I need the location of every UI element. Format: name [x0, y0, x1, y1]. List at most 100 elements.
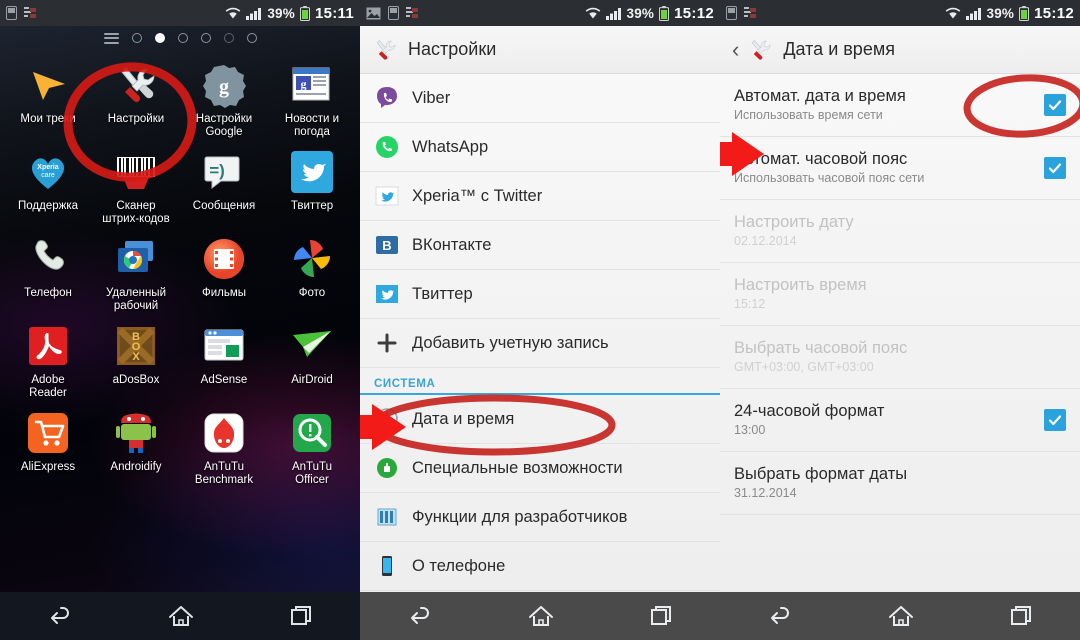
app-label: AnTuTu Benchmark: [194, 461, 254, 486]
viber-icon: [374, 85, 400, 111]
settings-row-label: WhatsApp: [412, 137, 489, 156]
svg-text:Xperia: Xperia: [37, 164, 59, 171]
twitter-bird-icon: [374, 281, 400, 307]
google-gear-icon: g: [201, 62, 247, 108]
app-tile[interactable]: Сканер штрих-кодов: [92, 143, 180, 226]
settings-row-date-time[interactable]: Дата и время: [360, 395, 720, 444]
pref-subtitle: Использовать часовой пояс сети: [734, 171, 925, 185]
movies-film-icon: [201, 236, 247, 282]
app-tile[interactable]: Adobe Reader: [4, 317, 92, 400]
app-tile[interactable]: g Настройки Google: [180, 56, 268, 139]
status-bar-left-icons: [726, 6, 757, 20]
page-indicator[interactable]: [0, 26, 360, 50]
page-dot-5[interactable]: [223, 33, 234, 43]
panel-home-screen: 39% 15:11 Мои треки Настройки g Настройк…: [0, 0, 360, 640]
pref-row-set-time: Настроить время 15:12: [720, 263, 1080, 326]
settings-row-whatsapp[interactable]: WhatsApp: [360, 123, 720, 172]
app-label: Новости и погода: [284, 113, 340, 138]
pref-row-select-date-format[interactable]: Выбрать формат даты 31.12.2014: [720, 452, 1080, 515]
app-tile[interactable]: Androidify: [92, 404, 180, 487]
app-label: Мои треки: [20, 113, 76, 125]
back-icon[interactable]: [407, 605, 433, 627]
checkbox-auto-date-time[interactable]: [1044, 94, 1066, 116]
sync-icon: [24, 7, 36, 18]
adsense-icon: [201, 323, 247, 369]
app-label: Настройки Google: [195, 113, 253, 138]
pref-subtitle: 02.12.2014: [734, 234, 797, 248]
settings-row-accessibility[interactable]: Специальные возможности: [360, 444, 720, 493]
app-label: AdSense: [200, 374, 248, 386]
page-dot-2-active[interactable]: [154, 33, 165, 43]
settings-row-twitter[interactable]: Твиттер: [360, 270, 720, 319]
app-tile[interactable]: AnTuTu Officer: [268, 404, 356, 487]
navigation-bar-settings: [360, 592, 720, 640]
pref-title: Настроить время: [734, 276, 867, 294]
page-dot-4[interactable]: [200, 33, 211, 43]
app-tile[interactable]: Твиттер: [268, 143, 356, 226]
phone-handset-icon: [25, 236, 71, 282]
navigation-bar-date-time: [720, 592, 1080, 640]
app-tile[interactable]: Фильмы: [180, 230, 268, 313]
recents-icon[interactable]: [289, 604, 313, 628]
panel-settings: 39% 15:12 Настройки Viber WhatsApp Xperi…: [360, 0, 720, 640]
back-icon[interactable]: [767, 605, 793, 627]
settings-row-xperia-twitter[interactable]: Xperia™ с Twitter: [360, 172, 720, 221]
signal-icon: [605, 7, 621, 20]
pref-row-auto-timezone[interactable]: Автомат. часовой пояс Использовать часов…: [720, 137, 1080, 200]
app-tile[interactable]: AirDroid: [268, 317, 356, 400]
checkbox-auto-timezone[interactable]: [1044, 157, 1066, 179]
settings-row-developer-options[interactable]: Функции для разработчиков: [360, 493, 720, 542]
app-tile[interactable]: Мои треки: [4, 56, 92, 139]
settings-row-viber[interactable]: Viber: [360, 74, 720, 123]
app-tile[interactable]: AnTuTu Benchmark: [180, 404, 268, 487]
pref-row-auto-date-time[interactable]: Автомат. дата и время Использовать время…: [720, 74, 1080, 137]
pref-subtitle: 13:00: [734, 423, 766, 437]
back-chevron-icon[interactable]: ‹: [732, 38, 739, 61]
page-dot-1[interactable]: [131, 33, 142, 43]
app-tile[interactable]: Xperia care Поддержка: [4, 143, 92, 226]
pref-subtitle: GMT+03:00, GMT+03:00: [734, 360, 874, 374]
app-tile[interactable]: Фото: [268, 230, 356, 313]
pref-title: 24-часовой формат: [734, 402, 885, 420]
sim-card-icon: [6, 6, 17, 20]
page-dot-3[interactable]: [177, 33, 188, 43]
app-tile[interactable]: B O X aDosBox: [92, 317, 180, 400]
settings-body: Настройки Viber WhatsApp Xperia™ с Twitt…: [360, 26, 720, 592]
settings-row-label: Viber: [412, 88, 451, 107]
settings-row-vk[interactable]: B ВКонтакте: [360, 221, 720, 270]
home-icon[interactable]: [528, 604, 554, 628]
svg-text:=): =): [209, 161, 225, 180]
svg-text:X: X: [132, 351, 140, 363]
antutu-benchmark-icon: [201, 410, 247, 456]
status-bar-left-icons: [366, 6, 419, 20]
clock-icon: [374, 406, 400, 432]
battery-icon: [1019, 5, 1030, 21]
pref-title: Автомат. дата и время: [734, 87, 906, 105]
app-tile[interactable]: Удаленный рабочий: [92, 230, 180, 313]
app-label: Телефон: [24, 287, 72, 299]
settings-row-about-phone[interactable]: О телефоне: [360, 542, 720, 591]
app-grid: Мои треки Настройки g Настройки Google g…: [0, 50, 360, 487]
app-tile[interactable]: AliExpress: [4, 404, 92, 487]
page-dot-6[interactable]: [246, 33, 257, 43]
panel-date-time: 39% 15:12 ‹ Дата и время Автомат. дата и…: [720, 0, 1080, 640]
back-icon[interactable]: [47, 605, 73, 627]
app-drawer-icon[interactable]: [103, 32, 119, 44]
image-icon: [366, 7, 381, 19]
recents-icon[interactable]: [1009, 604, 1033, 628]
twitter-bird-icon: [289, 149, 335, 195]
pref-row-24-hour-format[interactable]: 24-часовой формат 13:00: [720, 389, 1080, 452]
home-icon[interactable]: [888, 604, 914, 628]
clock-label: 15:12: [1034, 4, 1074, 22]
app-tile[interactable]: AdSense: [180, 317, 268, 400]
sim-card-icon: [388, 6, 399, 20]
checkbox-24-hour-format[interactable]: [1044, 409, 1066, 431]
settings-row-label: Специальные возможности: [412, 458, 623, 477]
app-tile[interactable]: g Новости и погода: [268, 56, 356, 139]
settings-row-add-account[interactable]: Добавить учетную запись: [360, 319, 720, 368]
home-icon[interactable]: [168, 604, 194, 628]
app-tile-settings[interactable]: Настройки: [92, 56, 180, 139]
app-tile[interactable]: Телефон: [4, 230, 92, 313]
recents-icon[interactable]: [649, 604, 673, 628]
app-tile[interactable]: =) Сообщения: [180, 143, 268, 226]
